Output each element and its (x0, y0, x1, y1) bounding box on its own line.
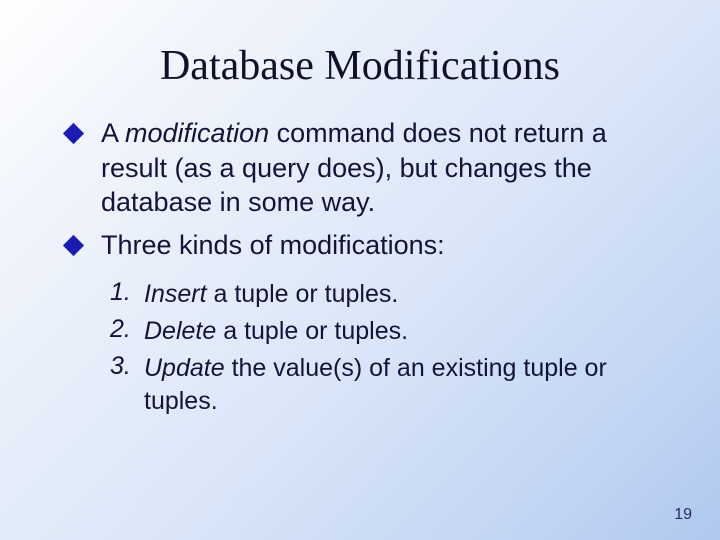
list-number: 3. (110, 352, 144, 381)
slide: Database Modifications A modification co… (0, 0, 720, 540)
list-rest: a tuple or tuples. (223, 317, 408, 345)
bullet-pre: A (101, 118, 125, 148)
bullet-text: A modification command does not return a… (101, 116, 664, 220)
list-rest: a tuple or tuples. (213, 280, 398, 308)
list-number: 1. (110, 278, 144, 307)
slide-title: Database Modifications (0, 0, 720, 116)
bullet-item: Three kinds of modifications: (66, 228, 664, 263)
diamond-bullet-icon (63, 235, 84, 256)
bullet-em: modification (125, 118, 277, 148)
diamond-bullet-icon (63, 123, 84, 144)
slide-body: A modification command does not return a… (0, 116, 720, 418)
list-em: Update (144, 354, 232, 382)
bullet-item: A modification command does not return a… (66, 116, 664, 220)
list-text: Update the value(s) of an existing tuple… (144, 352, 664, 418)
page-number: 19 (674, 506, 692, 524)
list-text: Insert a tuple or tuples. (144, 278, 398, 311)
list-item: 1. Insert a tuple or tuples. (110, 278, 664, 311)
bullet-text: Three kinds of modifications: (101, 228, 445, 263)
bullet-post: Three kinds of modifications: (101, 230, 445, 260)
list-em: Insert (144, 280, 213, 308)
numbered-list: 1. Insert a tuple or tuples. 2. Delete a… (66, 270, 664, 418)
list-item: 2. Delete a tuple or tuples. (110, 315, 664, 348)
list-em: Delete (144, 317, 223, 345)
list-text: Delete a tuple or tuples. (144, 315, 408, 348)
list-number: 2. (110, 315, 144, 344)
list-item: 3. Update the value(s) of an existing tu… (110, 352, 664, 418)
